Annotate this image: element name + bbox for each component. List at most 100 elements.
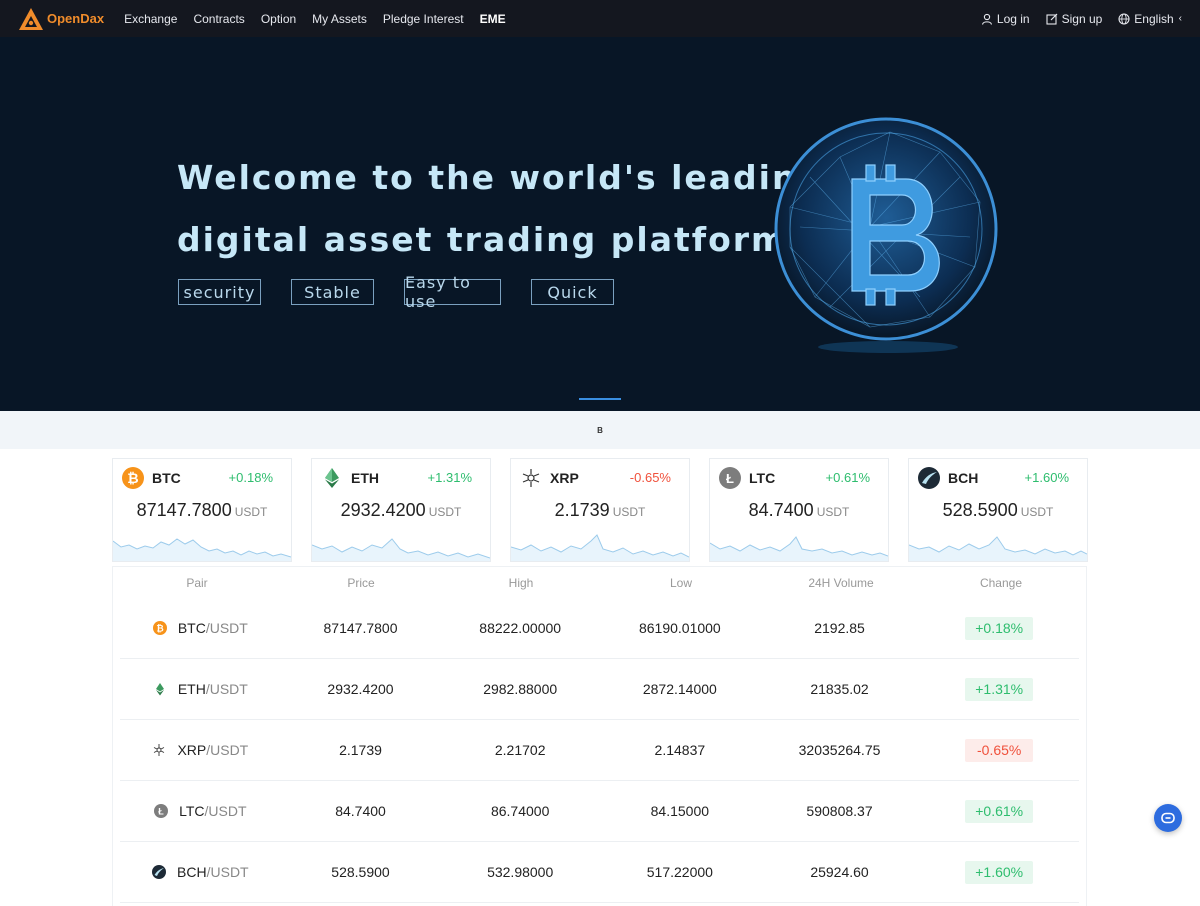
card-unit: USDT (1020, 505, 1054, 519)
svg-text:Ł: Ł (158, 807, 164, 817)
row-volume: 21835.02 (810, 681, 869, 697)
header-change: Change (979, 575, 1023, 590)
login-label: Log in (996, 11, 1030, 26)
change-badge: -0.65% (965, 738, 1034, 762)
nav-my-assets[interactable]: My Assets (312, 12, 367, 26)
bch-icon (152, 865, 167, 879)
hero-tag-stable: Stable (291, 279, 374, 305)
bch-icon (918, 467, 940, 489)
row-high: 86.74000 (490, 803, 550, 819)
eth-icon (155, 683, 164, 696)
pair-base: XRP (177, 742, 207, 758)
user-icon (981, 13, 992, 25)
header-price: Price (347, 575, 375, 590)
hero-tag-security: security (178, 279, 261, 305)
hero-title-line1: Welcome to the world's leading (177, 158, 824, 197)
card-price: 2.1739 (554, 500, 610, 520)
nav-exchange[interactable]: Exchange (124, 12, 177, 26)
logo-text: OpenDax (47, 11, 105, 26)
btc-icon: ₿ (122, 467, 144, 489)
row-low: 2.14837 (654, 742, 706, 758)
card-unit: USDT (428, 505, 462, 519)
card-change: +0.61% (825, 470, 870, 485)
change-badge: +0.18% (965, 616, 1034, 640)
card-unit: USDT (816, 505, 850, 519)
header-volume: 24H Volume (808, 575, 874, 590)
market-card-btc[interactable]: ₿ BTC +0.18% 87147.7800 USDT (112, 458, 292, 562)
sparkline-chart (710, 536, 888, 561)
hero-banner[interactable]: Welcome to the world's leading digital a… (0, 37, 1200, 411)
row-price: 2.1739 (339, 742, 382, 758)
nav-option[interactable]: Option (261, 12, 296, 26)
row-low: 517.22000 (646, 864, 713, 880)
login-link[interactable]: Log in (981, 12, 1030, 26)
sparkline-chart (312, 538, 490, 561)
logo[interactable]: OpenDax (18, 7, 104, 31)
bitcoin-coin-illustration (774, 117, 998, 353)
signup-link[interactable]: Sign up (1046, 11, 1103, 26)
sparkline-chart (909, 536, 1087, 561)
svg-text:Ł: Ł (726, 471, 734, 486)
header-low: Low (669, 575, 692, 590)
sparkline-chart (511, 534, 689, 561)
signup-label: Sign up (1061, 11, 1103, 26)
row-high: 2982.88000 (483, 681, 558, 697)
row-low: 84.15000 (650, 803, 710, 819)
table-row[interactable]: Ł LTC/USDT 84.7400 86.74000 84.15000 5908… (120, 781, 1079, 842)
header-high: High (508, 575, 534, 590)
row-volume: 590808.37 (806, 803, 873, 819)
card-change: +1.60% (1024, 470, 1069, 485)
pair-quote: /USDT (204, 803, 247, 819)
market-card-eth[interactable]: ETH +1.31% 2932.4200 USDT (311, 458, 491, 562)
card-symbol: BCH (948, 470, 979, 486)
pair-base: BTC (177, 620, 206, 636)
pair-base: ETH (177, 681, 206, 697)
row-price: 2932.4200 (327, 681, 394, 697)
card-change: +0.18% (228, 470, 273, 485)
pair-quote: /USDT (205, 620, 248, 636)
card-change: +1.31% (427, 470, 472, 485)
chevron-down-icon: ‹ (1178, 13, 1182, 24)
nav-contracts[interactable]: Contracts (193, 12, 244, 26)
market-card-bch[interactable]: BCH +1.60% 528.5900 USDT (908, 458, 1088, 562)
card-price: 84.7400 (748, 500, 814, 520)
nav-eme[interactable]: EME (480, 12, 506, 26)
carousel-indicator[interactable] (579, 398, 621, 400)
nav-pledge-interest[interactable]: Pledge Interest (383, 12, 464, 26)
language-label: English (1134, 11, 1174, 26)
row-low: 2872.14000 (642, 681, 717, 697)
market-cards: ₿ BTC +0.18% 87147.7800 USDT ETH +1.31% 2… (112, 458, 1107, 562)
btc-icon: ₿ (152, 621, 167, 635)
market-card-ltc[interactable]: Ł LTC +0.61% 84.7400 USDT (709, 458, 889, 562)
table-row[interactable]: ₿ BTC/USDT 87147.7800 88222.00000 86190.0… (120, 598, 1079, 659)
card-symbol: LTC (749, 470, 776, 486)
eth-icon (325, 468, 339, 488)
market-card-xrp[interactable]: XRP -0.65% 2.1739 USDT (510, 458, 690, 562)
pair-base: BCH (177, 864, 207, 880)
row-price: 528.5900 (331, 864, 390, 880)
hero-title-line2: digital asset trading platform (177, 220, 788, 259)
card-price: 528.5900 (942, 500, 1018, 520)
hero-tag-easy: Easy to use (404, 273, 501, 311)
logo-icon (19, 7, 43, 30)
change-badge: +0.61% (965, 799, 1034, 823)
edit-icon (1046, 13, 1058, 25)
table-row[interactable]: BCH/USDT 528.5900 532.98000 517.22000 25… (120, 842, 1079, 903)
row-price: 84.7400 (335, 803, 386, 819)
pair-base: LTC (179, 803, 205, 819)
card-price: 2932.4200 (340, 500, 426, 520)
top-nav: OpenDax Exchange Contracts Option My Ass… (0, 0, 1200, 37)
pair-quote: /USDT (205, 681, 248, 697)
row-high: 2.21702 (494, 742, 546, 758)
card-symbol: XRP (550, 470, 579, 486)
chat-support-button[interactable] (1154, 804, 1182, 832)
language-selector[interactable]: English ‹ (1118, 12, 1182, 26)
card-price: 87147.7800 (136, 500, 232, 520)
card-symbol: BTC (152, 470, 181, 486)
table-row[interactable]: XRP/USDT 2.1739 2.21702 2.14837 32035264… (120, 720, 1079, 781)
row-low: 86190.01000 (638, 620, 721, 636)
card-change: -0.65% (629, 470, 671, 485)
xrp-icon (522, 469, 540, 487)
row-volume: 2192.85 (814, 620, 865, 636)
table-row[interactable]: ETH/USDT 2932.4200 2982.88000 2872.14000… (120, 659, 1079, 720)
